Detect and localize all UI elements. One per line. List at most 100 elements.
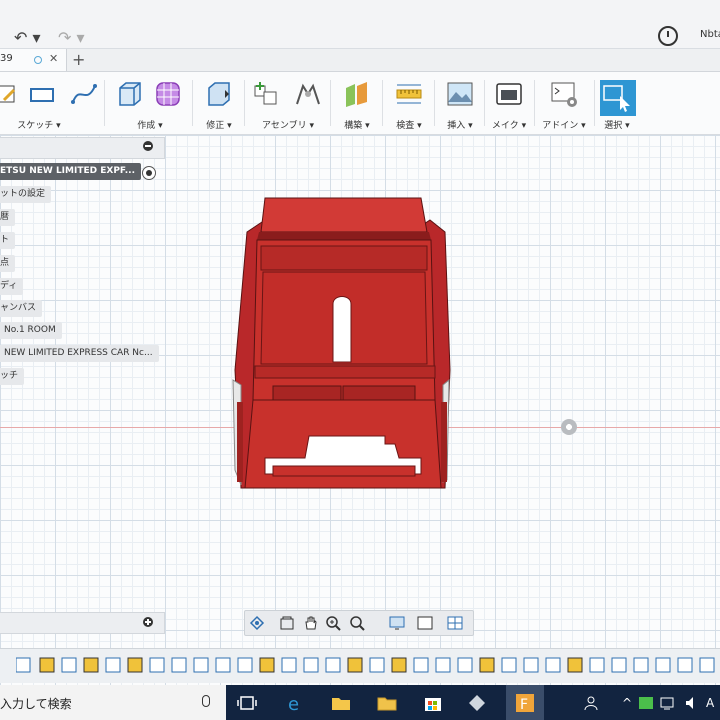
toolbar-divider [244, 80, 245, 126]
zoom-window-icon[interactable] [349, 615, 365, 631]
edge-browser-icon[interactable]: e [284, 692, 306, 714]
document-tab[interactable]: 39 ✕ [0, 49, 67, 71]
navigation-bar [244, 610, 474, 636]
make-group[interactable]: メイク ▾ [488, 74, 530, 131]
addins-label: アドイン ▾ [542, 121, 586, 131]
active-component-radio-icon[interactable] [142, 166, 156, 180]
construct-group[interactable]: 構築 ▾ [336, 74, 378, 131]
offset-plane-icon[interactable] [343, 80, 371, 108]
browser-item-document-settings[interactable]: ットの設定 [0, 186, 52, 203]
tray-chevron-icon[interactable]: ^ [622, 696, 632, 710]
measure-icon[interactable] [395, 80, 423, 108]
people-icon[interactable] [582, 692, 604, 714]
toolbar-divider [382, 80, 383, 126]
make-label: メイク ▾ [491, 121, 527, 131]
sketch-label: スケッチ ▾ [17, 121, 61, 131]
origin-point-icon[interactable] [561, 419, 577, 435]
look-at-icon[interactable] [279, 615, 295, 631]
display-settings-icon[interactable] [389, 615, 405, 631]
modify-group[interactable]: 修正 ▾ [198, 74, 240, 131]
microphone-icon[interactable] [202, 695, 210, 707]
unsaved-indicator-icon [34, 56, 42, 64]
timeline-feature-track[interactable] [16, 655, 720, 677]
browser-item-origin[interactable]: ト [0, 232, 16, 249]
spline-icon[interactable] [70, 80, 98, 108]
form-icon[interactable] [154, 80, 182, 108]
collapse-browser-icon[interactable] [143, 141, 153, 151]
ribbon-toolbar: スケッチ ▾ 作成 ▾ 修正 ▾ アセンブリ ▾ 構築 ▾ 検査 ▾ 挿入 ▾ … [0, 72, 720, 135]
addins-group[interactable]: アドイン ▾ [538, 74, 590, 131]
add-comment-icon[interactable] [143, 617, 153, 627]
extrude-icon[interactable] [116, 80, 144, 108]
new-tab-button[interactable]: + [72, 50, 85, 69]
document-tab-strip: 39 ✕ + [0, 49, 720, 72]
select-group[interactable]: 選択 ▾ [598, 74, 636, 131]
insert-group[interactable]: 挿入 ▾ [440, 74, 480, 131]
toolbar-divider [104, 80, 105, 126]
browser-item-car-component[interactable]: NEW LIMITED EXPRESS CAR Nc... [0, 345, 159, 362]
joint-icon[interactable] [294, 80, 322, 108]
file-manager-icon[interactable] [376, 692, 398, 714]
volume-icon[interactable] [684, 695, 700, 711]
toolbar-divider [534, 80, 535, 126]
app-icon[interactable] [466, 692, 488, 714]
job-status-clock-icon[interactable] [658, 26, 678, 46]
viewports-icon[interactable] [447, 615, 463, 631]
construct-label: 構築 ▾ [344, 121, 370, 131]
create-label: 作成 ▾ [137, 121, 163, 131]
toolbar-divider [594, 80, 595, 126]
document-tab-label: 39 [0, 53, 13, 64]
new-component-icon[interactable] [252, 80, 280, 108]
store-icon[interactable] [422, 692, 444, 714]
inspect-label: 検査 ▾ [396, 121, 422, 131]
orbit-icon[interactable] [249, 615, 265, 631]
app-title-bar: ↶ ▾ ↷ ▾ Nbta [0, 0, 720, 49]
comments-panel-header[interactable] [0, 612, 165, 634]
task-view-icon[interactable] [236, 692, 258, 714]
3d-print-icon[interactable] [495, 80, 523, 108]
close-tab-icon[interactable]: ✕ [49, 52, 58, 65]
toolbar-divider [434, 80, 435, 126]
train-cab-model[interactable] [225, 190, 465, 490]
toolbar-divider [192, 80, 193, 126]
undo-icon[interactable]: ↶ ▾ [14, 28, 41, 47]
sketch-group[interactable]: スケッチ ▾ [0, 74, 97, 131]
redo-icon[interactable]: ↷ ▾ [58, 28, 85, 47]
browser-item-canvas[interactable]: ャンバス [0, 300, 43, 317]
create-sketch-icon[interactable] [0, 80, 18, 108]
pan-hand-icon[interactable] [303, 615, 319, 631]
scripts-addins-icon[interactable] [550, 80, 578, 108]
browser-item-points[interactable]: 点 [0, 255, 16, 272]
user-name[interactable]: Nbta [700, 29, 720, 40]
inspect-group[interactable]: 検査 ▾ [388, 74, 430, 131]
fusion-360-icon[interactable]: F [514, 692, 536, 714]
browser-panel-header[interactable] [0, 137, 165, 159]
browser-item-room-component[interactable]: No.1 ROOM [0, 322, 62, 339]
rectangle-icon[interactable] [28, 80, 56, 108]
create-group[interactable]: 作成 ▾ [112, 74, 188, 131]
assemble-group[interactable]: アセンブリ ▾ [250, 74, 326, 131]
input-method-indicator[interactable]: A [706, 696, 714, 710]
design-canvas[interactable] [0, 135, 720, 685]
toolbar-divider [484, 80, 485, 126]
browser-item-sketches[interactable]: ッチ [0, 368, 25, 385]
svg-text:e: e [288, 694, 299, 714]
windows-taskbar: 入力して検索 e F ^ A [0, 685, 720, 720]
toolbar-divider [330, 80, 331, 126]
browser-item-named-views[interactable]: 暦 [0, 209, 16, 226]
explorer-folder-icon[interactable] [330, 692, 352, 714]
press-pull-icon[interactable] [205, 80, 233, 108]
taskbar-search-box[interactable]: 入力して検索 [0, 685, 226, 720]
search-placeholder: 入力して検索 [0, 697, 72, 711]
grid-snaps-icon[interactable] [417, 615, 433, 631]
svg-text:F: F [520, 697, 528, 713]
zoom-icon[interactable] [325, 615, 341, 631]
insert-image-icon[interactable] [446, 80, 474, 108]
insert-label: 挿入 ▾ [447, 121, 473, 131]
browser-item-bodies[interactable]: ディ [0, 278, 24, 295]
tray-app-icon[interactable] [638, 695, 654, 711]
select-arrow-icon[interactable] [600, 80, 636, 116]
browser-root-component[interactable]: ETSU NEW LIMITED EXPF... [0, 163, 141, 180]
network-icon[interactable] [660, 695, 676, 711]
timeline[interactable] [0, 648, 720, 683]
